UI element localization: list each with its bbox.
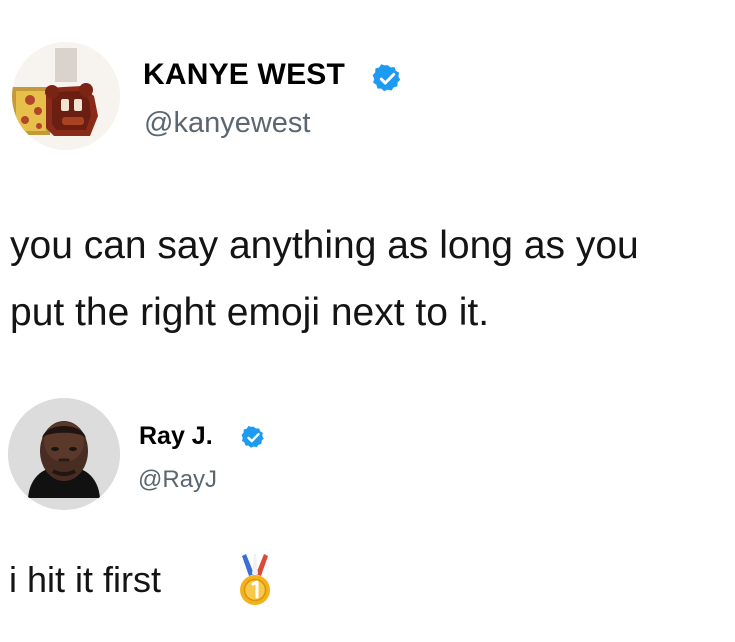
- verified-badge-icon: [241, 426, 264, 448]
- author-name[interactable]: KANYE WEST: [143, 58, 345, 92]
- rayj-avatar-portrait-icon[interactable]: [8, 398, 120, 510]
- tweet-text-line-2: put the right emoji next to it.: [10, 291, 490, 334]
- author-handle[interactable]: @RayJ: [138, 466, 217, 494]
- author-handle[interactable]: @kanyewest: [144, 107, 310, 140]
- tweet-kanye: KANYE WEST @kanyewest you can say anythi…: [0, 0, 735, 360]
- tweet-text-line-1: you can say anything as long as you: [10, 224, 639, 267]
- kanye-avatar-bear-icon[interactable]: [12, 42, 120, 150]
- author-name[interactable]: Ray J.: [139, 422, 213, 451]
- first-place-medal-icon: [240, 554, 270, 605]
- tweet-text: i hit it first: [9, 559, 162, 600]
- verified-badge-icon: [372, 64, 401, 92]
